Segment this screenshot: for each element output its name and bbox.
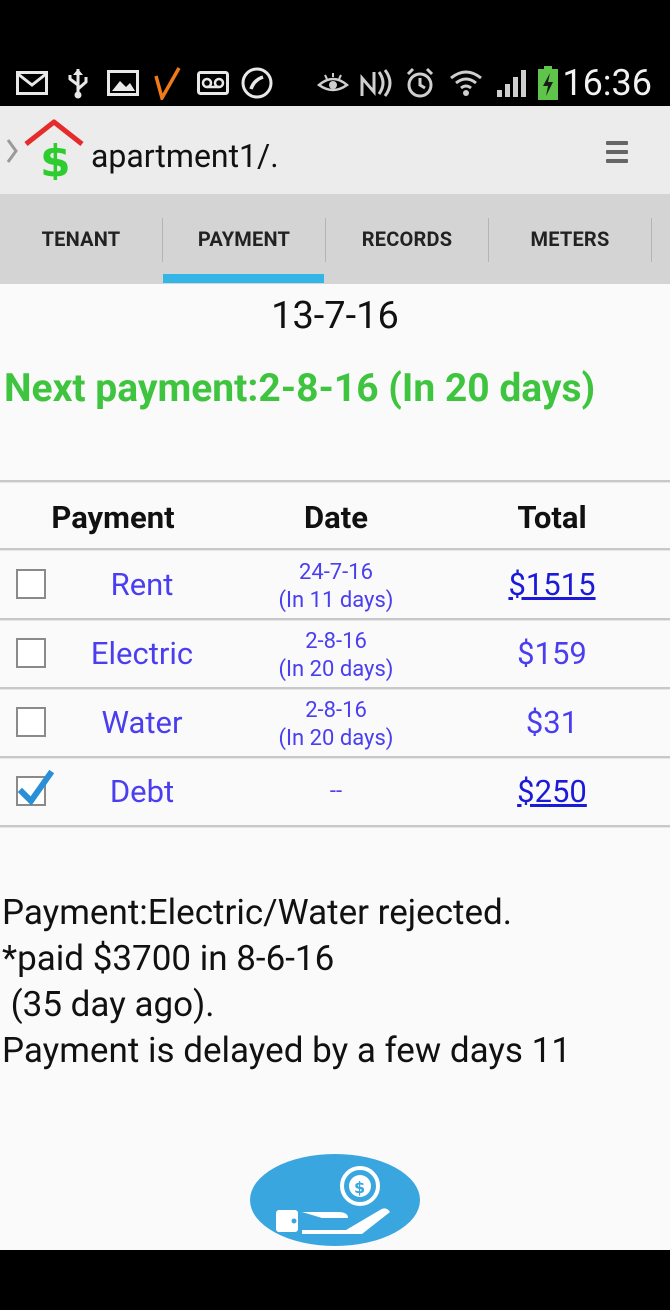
payment-date-line2: (In 20 days): [278, 726, 394, 751]
payment-total-link[interactable]: $1515: [452, 565, 652, 605]
house-dollar-icon[interactable]: $: [22, 118, 86, 187]
header-date: Date: [304, 499, 368, 536]
v-app-icon: [152, 66, 182, 100]
table-row: Rent 24-7-16 (In 11 days) $1515: [0, 551, 670, 620]
note-line: Payment:Electric/Water rejected.: [2, 892, 513, 933]
svg-text:$: $: [40, 136, 71, 180]
payment-date: --: [329, 779, 343, 804]
payment-total: $159: [517, 635, 587, 672]
table-divider: [0, 548, 670, 551]
payment-name: Debt: [109, 773, 175, 810]
payment-date: 2-8-16 (In 20 days): [236, 628, 436, 684]
tab-divider: [651, 218, 652, 262]
wifi-icon: [448, 66, 484, 100]
hand-coin-icon: $: [276, 1166, 390, 1234]
svg-text:$: $: [354, 1178, 365, 1197]
status-bar: 16:36: [0, 60, 670, 106]
gallery-icon: [106, 66, 140, 100]
battery-charging-icon: [534, 66, 562, 100]
row-checkbox[interactable]: [16, 638, 46, 668]
app-title[interactable]: apartment1/.: [91, 136, 279, 176]
table-row: Water 2-8-16 (In 20 days) $31: [0, 689, 670, 758]
email-icon: [14, 66, 50, 100]
tab-bar: TENANT PAYMENT RECORDS METERS: [0, 194, 670, 284]
payment-date-line2: (In 11 days): [278, 588, 394, 613]
tab-tenant[interactable]: TENANT: [0, 194, 162, 284]
usb-icon: [64, 66, 92, 100]
payment-name: Electric: [90, 635, 194, 672]
note-line: *paid $3700 in 8-6-16: [2, 938, 335, 979]
status-clock: 16:36: [562, 62, 652, 104]
note-line: Payment is delayed by a few days 11: [2, 1030, 572, 1071]
top-black-area: [0, 0, 670, 60]
alarm-icon: [404, 66, 436, 100]
next-payment-label: Next payment:2-8-16 (In 20 days): [4, 365, 596, 411]
note-line: (35 day ago).: [2, 984, 215, 1025]
table-row: Electric 2-8-16 (In 20 days) $159: [0, 620, 670, 689]
payment-name: Water: [101, 704, 183, 741]
checkmark-icon: [17, 769, 54, 806]
row-checkbox[interactable]: [16, 707, 46, 737]
payment-date-line1: 2-8-16: [305, 629, 367, 654]
bottom-black-area: [0, 1250, 670, 1310]
tab-payment[interactable]: PAYMENT: [163, 194, 325, 284]
current-date: 13-7-16: [271, 294, 399, 338]
payment-date-line1: 2-8-16: [305, 698, 367, 723]
payment-total: $31: [525, 704, 579, 741]
row-checkbox-checked[interactable]: [16, 769, 54, 806]
signal-icon: [494, 66, 530, 100]
header-total: Total: [517, 499, 587, 536]
header-payment: Payment: [51, 499, 175, 536]
payment-date: 2-8-16 (In 20 days): [236, 697, 436, 753]
payment-total-link[interactable]: $250: [452, 772, 652, 812]
payment-date-line1: 24-7-16: [299, 560, 373, 585]
up-caret-icon[interactable]: [6, 138, 18, 168]
tab-meters[interactable]: METERS: [489, 194, 651, 284]
tab-records[interactable]: RECORDS: [326, 194, 488, 284]
row-checkbox[interactable]: [16, 569, 46, 599]
table-divider: [0, 480, 670, 483]
table-divider: [0, 825, 670, 828]
nfc-icon: [358, 66, 394, 100]
payment-date: 24-7-16 (In 11 days): [236, 559, 436, 615]
overflow-menu-icon[interactable]: [606, 136, 634, 168]
payment-date-line2: (In 20 days): [278, 657, 394, 682]
eye-icon: [316, 66, 350, 100]
voicemail-icon: [196, 66, 230, 100]
payment-name: Rent: [110, 566, 174, 603]
pay-button[interactable]: $: [250, 1154, 420, 1246]
payment-notes: Payment:Electric/Water rejected. *paid $…: [2, 890, 571, 1074]
payment-content: 13-7-16 Next payment:2-8-16 (In 20 days)…: [0, 284, 670, 1250]
action-bar: apartment1/.: [0, 106, 670, 194]
table-row: Debt -- $250: [0, 758, 670, 827]
selected-tab-indicator: [163, 274, 324, 283]
call-icon: [240, 66, 274, 100]
